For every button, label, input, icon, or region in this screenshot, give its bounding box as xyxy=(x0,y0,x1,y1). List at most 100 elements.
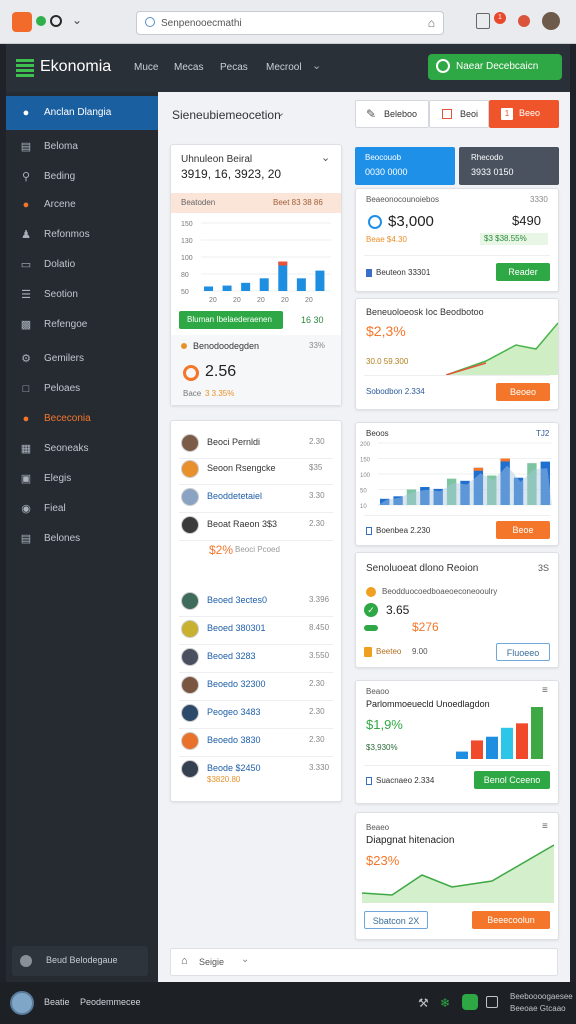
green-app-icon[interactable] xyxy=(462,994,478,1010)
sidebar-item-2[interactable]: ⚲ Beding xyxy=(6,162,158,192)
refresh-icon xyxy=(436,59,450,73)
dark-stat-card[interactable]: Rhecodo 3933 0150 xyxy=(459,147,559,185)
sidebar-bottom-button[interactable]: Beud Belodegaue xyxy=(12,946,148,976)
sidebar-item-label: Anclan Dlangia xyxy=(44,107,112,118)
page-title: Sieneubiemeocetion xyxy=(172,108,281,122)
nav-item-2[interactable]: Pecas xyxy=(220,62,248,73)
trend-card: Beneuoloeosk Ioc Beodbotoo $2,3% 30.0 59… xyxy=(355,298,559,410)
sidebar-item-label: Elegis xyxy=(44,473,72,484)
sidebar-item-4[interactable]: ♟ Refonmos xyxy=(6,220,158,250)
sidebar-item-6[interactable]: ☰ Seotion xyxy=(6,280,158,310)
blue-stat-card[interactable]: Beocouob 0030 0000 xyxy=(355,147,455,185)
cta-button[interactable]: Naear Decebcaicn xyxy=(428,54,562,80)
sidebar-item-8[interactable]: ⚙ Gemilers xyxy=(6,344,158,374)
title-chevron-icon[interactable]: ⌄ xyxy=(276,106,285,119)
y-tick-label: 100 xyxy=(360,473,371,479)
extension-icon[interactable] xyxy=(476,13,490,29)
sidebar-item-9[interactable]: □ Peloaes xyxy=(6,374,158,404)
list-item[interactable]: Beoed 380301 8.450 xyxy=(171,617,341,641)
sidebar-item-0[interactable]: ● Anclan Dlangia xyxy=(6,96,158,130)
y-tick-label: 100 xyxy=(181,255,193,262)
area-right-button[interactable]: Beeecoolun xyxy=(472,911,550,929)
sidebar-item-label: Dolatio xyxy=(44,259,76,270)
share-icon[interactable] xyxy=(486,996,498,1008)
menu-icon[interactable]: ≡ xyxy=(542,821,548,832)
bar xyxy=(204,286,213,291)
profile-avatar[interactable] xyxy=(542,12,560,30)
settings-icon[interactable] xyxy=(518,15,530,27)
avatar xyxy=(181,516,199,534)
trend-value: $2,3% xyxy=(366,323,406,339)
x-tick-label: 20 xyxy=(257,297,265,304)
list-item[interactable]: Beoed 3283 3.550 xyxy=(171,645,341,669)
sidebar-item-13[interactable]: ◉ Fieal xyxy=(6,494,158,524)
nav-item-0[interactable]: Muce xyxy=(134,62,158,73)
tools-icon[interactable]: ⚒ xyxy=(418,996,429,1010)
collapse-chevron-icon[interactable]: ⌄ xyxy=(321,151,330,164)
area-left-button[interactable]: Sbatcon 2X xyxy=(364,911,428,929)
sidebar-item-14[interactable]: ▤ Belones xyxy=(6,524,158,554)
y-tick-label: 10 xyxy=(360,504,367,509)
list-item[interactable]: Beoat Raeon 3$3 2.30 xyxy=(171,513,341,537)
bar xyxy=(259,278,269,291)
trend-button[interactable]: Beoeo xyxy=(496,383,550,401)
area-overlay xyxy=(378,465,552,505)
metric-value: 2.56 xyxy=(205,363,237,380)
reader-button[interactable]: Reader xyxy=(496,263,550,281)
list-item[interactable]: Beoedo 32300 2.30 xyxy=(171,673,341,697)
nav-item-3[interactable]: Mecrool xyxy=(266,62,302,73)
list-item[interactable]: Peogeo 3483 2.30 xyxy=(171,701,341,725)
list-item[interactable]: Beoed 3ectes0 3.396 xyxy=(171,589,341,613)
list-item[interactable]: Seoon Rsengcke $35 xyxy=(171,457,341,481)
circle-icon[interactable] xyxy=(50,15,62,27)
green-label-button[interactable]: Bluman Ibelaederaenen xyxy=(179,311,283,329)
document-button[interactable]: Beoi xyxy=(429,100,489,128)
edit-button[interactable]: ✎ Beleboo xyxy=(355,100,429,128)
chevron-down-icon[interactable]: ⌄ xyxy=(72,13,82,27)
close-icon[interactable]: 3S xyxy=(538,563,549,573)
list-item[interactable]: Beode $2450 3.330 $3820.80 xyxy=(171,757,341,784)
sidebar-item-1[interactable]: ▤ Beloma xyxy=(6,132,158,162)
bar-cap xyxy=(500,458,510,462)
currency-icon xyxy=(368,215,382,229)
list-item[interactable]: Beoedo 3830 2.30 xyxy=(171,729,341,753)
menu-icon[interactable]: ≡ xyxy=(542,685,548,696)
sidebar-item-3[interactable]: ● Arcene xyxy=(6,190,158,220)
sidebar-item-7[interactable]: ▩ Refengoe xyxy=(6,310,158,340)
summary-value-left: $3,000 xyxy=(388,213,434,230)
nav-item-1[interactable]: Mecas xyxy=(174,62,203,73)
list-item[interactable]: Beoddetetaiel 3.30 xyxy=(171,485,341,509)
x-tick-label: 20 xyxy=(209,297,217,304)
main-footer-bar[interactable]: ⌂ Seigie ⌄ xyxy=(170,948,558,976)
user-avatar[interactable] xyxy=(10,991,34,1015)
sidebar-item-label: Beding xyxy=(44,171,76,182)
divider xyxy=(364,515,550,516)
bar xyxy=(315,270,325,291)
sidebar-item-11[interactable]: ▦ Seoneaks xyxy=(6,434,158,464)
bar xyxy=(241,282,251,291)
info-section: Benodoodegden 33% 2.56 Bace 3 3.35% xyxy=(171,335,341,405)
bar2-button[interactable]: Benol Cceeno xyxy=(474,771,550,789)
status-button[interactable]: Fluoeeo xyxy=(496,643,550,661)
monitor-icon: ▭ xyxy=(20,259,32,271)
bar-button[interactable]: Beoe xyxy=(496,521,550,539)
notification-badge[interactable]: 1 xyxy=(494,12,506,24)
sidebar-item-12[interactable]: ▣ Elegis xyxy=(6,464,158,494)
list-item[interactable]: Beoci Pernldi 2.30 xyxy=(171,431,341,455)
dot-icon: ◉ xyxy=(21,503,31,515)
url-bar[interactable]: Senpenooecmathi ⌂ xyxy=(136,11,444,35)
nav-chevron-icon[interactable]: ⌄ xyxy=(312,59,321,72)
home-icon[interactable]: ⌂ xyxy=(428,16,435,30)
chevron-down-icon: ⌄ xyxy=(241,954,250,965)
primary-button[interactable]: 1 Beeo xyxy=(489,100,559,128)
sidebar-item-10[interactable]: ● Bececonia xyxy=(6,404,158,434)
logo-text: Ekonomia xyxy=(40,58,112,75)
app-icon[interactable] xyxy=(12,12,32,32)
sidebar-item-5[interactable]: ▭ Dolatio xyxy=(6,250,158,280)
metric-change: 3 3.35% xyxy=(205,389,235,398)
sidebar-item-label: Fieal xyxy=(44,503,66,514)
circle-icon: ● xyxy=(22,413,30,425)
list-item[interactable]: $2% Beoci Pcoed xyxy=(171,539,341,563)
sidebar-item-label: Peloaes xyxy=(44,383,81,394)
leaf-icon[interactable]: ❄ xyxy=(440,996,450,1010)
